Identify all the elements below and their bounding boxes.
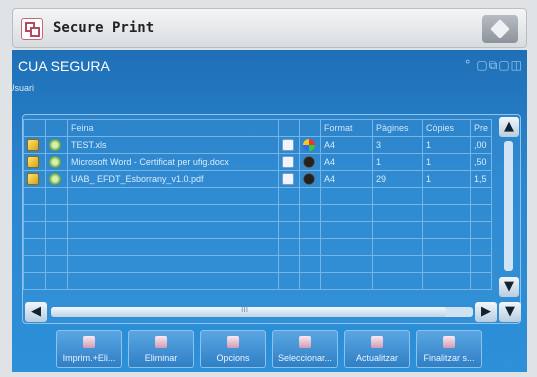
horizontal-scroll-thumb[interactable]: III bbox=[51, 305, 446, 317]
cell-job-name: Microsoft Word - Certificat per ufig.doc… bbox=[67, 153, 279, 171]
options-icon bbox=[227, 336, 239, 348]
cell-doc-icon bbox=[23, 170, 46, 188]
cell-format: A4 bbox=[320, 153, 373, 171]
empty-row bbox=[23, 272, 493, 290]
bw-icon bbox=[303, 156, 315, 168]
header-copies[interactable]: Còpies bbox=[422, 119, 471, 137]
page-icon bbox=[282, 156, 294, 168]
select-button[interactable]: Seleccionar... bbox=[272, 330, 338, 368]
bw-icon bbox=[303, 173, 315, 185]
empty-row bbox=[23, 238, 493, 256]
horizontal-scrollbar[interactable]: ◀ III ▶ ▼ bbox=[23, 301, 522, 323]
empty-row bbox=[23, 255, 493, 273]
finish-session-icon bbox=[443, 336, 455, 348]
header-icon4 bbox=[299, 119, 321, 137]
secure-print-app-icon bbox=[21, 18, 43, 40]
cell-price: ,50 bbox=[469, 153, 493, 171]
cube-icon bbox=[490, 19, 510, 39]
refresh-button[interactable]: Actualitzar bbox=[344, 330, 410, 368]
print-delete-icon bbox=[83, 336, 95, 348]
cell-price: ,00 bbox=[469, 136, 493, 154]
cell-pages: 1 bbox=[372, 153, 423, 171]
header-job[interactable]: Feina bbox=[67, 119, 279, 137]
cell-copies: 1 bbox=[422, 153, 471, 171]
header-pages[interactable]: Pàgines bbox=[372, 119, 423, 137]
cell-page-icon bbox=[278, 153, 300, 171]
secure-queue-panel: CUA SEGURA ° ▢⧉▢◫ Usuari Feina Format Pà… bbox=[8, 50, 527, 372]
cell-status-icon bbox=[45, 170, 68, 188]
finish-session-button[interactable]: Finalitzar s... bbox=[416, 330, 482, 368]
cell-doc-icon bbox=[23, 153, 46, 171]
empty-row bbox=[23, 204, 493, 222]
header-price[interactable]: Pre bbox=[469, 119, 493, 137]
page-icon bbox=[282, 139, 294, 151]
options-button[interactable]: Opcions bbox=[200, 330, 266, 368]
header-icon2 bbox=[45, 119, 68, 137]
cell-color-icon bbox=[299, 136, 321, 154]
color-icon bbox=[303, 139, 315, 151]
table-header-row: Feina Format Pàgines Còpies Pre bbox=[23, 119, 493, 137]
horizontal-scroll-track[interactable]: III bbox=[51, 305, 473, 317]
cell-page-icon bbox=[278, 136, 300, 154]
cell-doc-icon bbox=[23, 136, 46, 154]
job-status-icon bbox=[49, 156, 61, 168]
cell-pages: 3 bbox=[372, 136, 423, 154]
delete-button[interactable]: Eliminar bbox=[128, 330, 194, 368]
job-table: Feina Format Pàgines Còpies Pre TEST.xls bbox=[23, 119, 493, 290]
document-icon bbox=[27, 139, 39, 151]
delete-icon bbox=[155, 336, 167, 348]
select-icon bbox=[299, 336, 311, 348]
table-row[interactable]: UAB_ EFDT_Esborrany_v1.0.pdf A4 29 1 1,5 bbox=[23, 170, 493, 188]
cell-status-icon bbox=[45, 136, 68, 154]
page-icon bbox=[282, 173, 294, 185]
vertical-scrollbar[interactable]: ▲ ▼ bbox=[498, 115, 520, 299]
cell-job-name: TEST.xls bbox=[67, 136, 279, 154]
panel-title: CUA SEGURA bbox=[18, 58, 110, 74]
panel-indicator-icons: ° ▢⧉▢◫ bbox=[464, 58, 523, 72]
vertical-scroll-track[interactable] bbox=[504, 141, 513, 271]
thumb-grip: III bbox=[241, 305, 249, 314]
job-list: Feina Format Pàgines Còpies Pre TEST.xls bbox=[22, 114, 521, 324]
cell-page-icon bbox=[278, 170, 300, 188]
scroll-left-icon[interactable]: ◀ bbox=[25, 302, 47, 322]
print-delete-button[interactable]: Imprim.+Eli... bbox=[56, 330, 122, 368]
cell-pages: 29 bbox=[372, 170, 423, 188]
cell-status-icon bbox=[45, 153, 68, 171]
refresh-icon bbox=[371, 336, 383, 348]
job-status-icon bbox=[49, 139, 61, 151]
header-format[interactable]: Format bbox=[320, 119, 373, 137]
cell-price: 1,5 bbox=[469, 170, 493, 188]
scroll-right-icon[interactable]: ▶ bbox=[475, 302, 497, 322]
empty-row bbox=[23, 221, 493, 239]
secure-print-screen: Secure Print CUA SEGURA ° ▢⧉▢◫ Usuari Fe… bbox=[0, 0, 537, 377]
cell-format: A4 bbox=[320, 170, 373, 188]
scroll-up-icon[interactable]: ▲ bbox=[499, 117, 519, 137]
document-icon bbox=[27, 156, 39, 168]
title-bar: Secure Print bbox=[12, 8, 527, 48]
scroll-down-icon-2[interactable]: ▼ bbox=[499, 302, 521, 322]
cell-color-icon bbox=[299, 153, 321, 171]
cell-job-name: UAB_ EFDT_Esborrany_v1.0.pdf bbox=[67, 170, 279, 188]
cell-color-icon bbox=[299, 170, 321, 188]
table-row[interactable]: Microsoft Word - Certificat per ufig.doc… bbox=[23, 153, 493, 171]
home-button[interactable] bbox=[482, 15, 518, 43]
user-label: Usuari bbox=[8, 83, 35, 93]
scroll-down-icon[interactable]: ▼ bbox=[499, 277, 519, 297]
job-status-icon bbox=[49, 173, 61, 185]
table-row[interactable]: TEST.xls A4 3 1 ,00 bbox=[23, 136, 493, 154]
header-icon1 bbox=[23, 119, 46, 137]
header-icon3 bbox=[278, 119, 300, 137]
cell-copies: 1 bbox=[422, 136, 471, 154]
empty-row bbox=[23, 187, 493, 205]
cell-copies: 1 bbox=[422, 170, 471, 188]
cell-format: A4 bbox=[320, 136, 373, 154]
document-icon bbox=[27, 173, 39, 185]
app-title: Secure Print bbox=[53, 20, 155, 36]
